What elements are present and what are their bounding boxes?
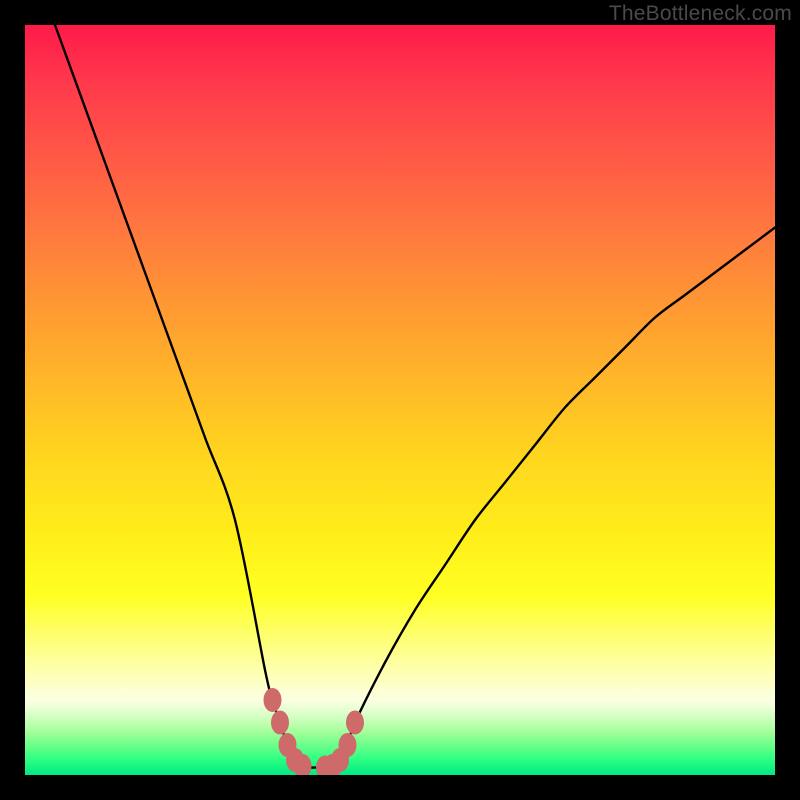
curve-layer: [25, 25, 775, 775]
marker-group: [264, 688, 365, 775]
plot-area: [25, 25, 775, 775]
curve-marker: [271, 711, 289, 735]
curve-marker: [339, 733, 357, 757]
bottleneck-curve-path: [55, 25, 775, 768]
chart-frame: TheBottleneck.com: [0, 0, 800, 800]
curve-marker: [264, 688, 282, 712]
watermark-text: TheBottleneck.com: [609, 2, 792, 26]
curve-marker: [346, 711, 364, 735]
